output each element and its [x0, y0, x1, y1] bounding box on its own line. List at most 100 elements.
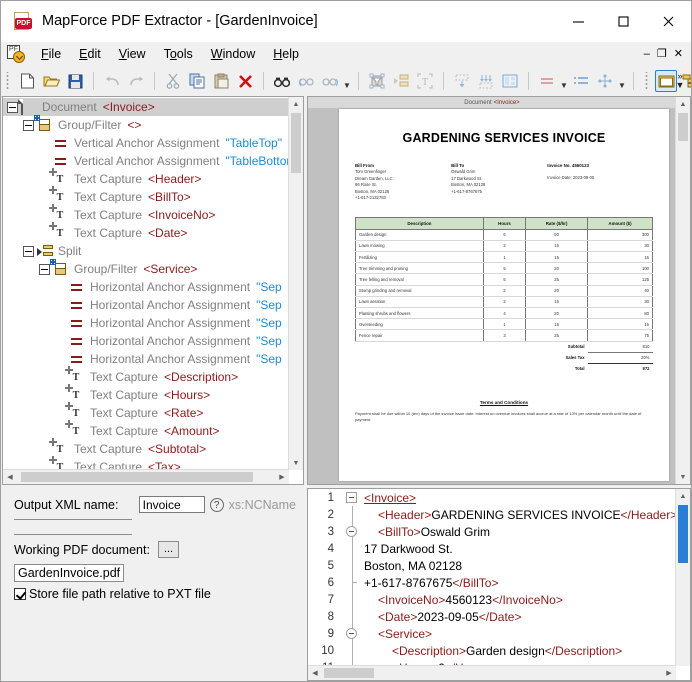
xml-line[interactable]: 6 +1-617-8767675</BillTo>: [308, 574, 676, 591]
merge-dropdown-caret-icon[interactable]: ▼: [617, 68, 627, 94]
tree-node[interactable]: T Text Capture <Description>: [3, 365, 289, 386]
tree-vertical-scrollbar[interactable]: ▲ ▼: [288, 97, 303, 470]
scroll-left-icon[interactable]: ◀: [3, 473, 17, 481]
scroll-up-icon[interactable]: ▲: [289, 97, 303, 111]
relative-path-checkbox[interactable]: [14, 588, 26, 600]
tree-node[interactable]: T Text Capture <BillTo>: [3, 185, 289, 206]
xml-code-area[interactable]: 1 <Invoice> 2 <Header>GARDENING SERVICES IN…: [308, 489, 676, 666]
horizontal-anchor-icon[interactable]: [475, 70, 497, 92]
invoice-page[interactable]: GARDENING SERVICES INVOICE Bill From Tom…: [339, 109, 669, 481]
undo-icon[interactable]: [101, 70, 123, 92]
menu-edit[interactable]: Edit: [70, 44, 110, 64]
toolbar-grip-2[interactable]: [644, 72, 651, 90]
tree-node[interactable]: T Text Capture <Hours>: [3, 383, 289, 404]
toolbar-grip[interactable]: [5, 72, 12, 90]
tree-node[interactable]: Horizontal Anchor Assignment "Sep: [3, 332, 289, 350]
paste-icon[interactable]: [210, 70, 232, 92]
anchor-assignment-icon[interactable]: [536, 70, 558, 92]
tree-node[interactable]: T Text Capture <Date>: [3, 221, 289, 242]
list-assignment-icon[interactable]: [570, 70, 592, 92]
scroll-down-icon[interactable]: ▼: [289, 456, 303, 470]
xml-line[interactable]: 2 <Header>GARDENING SERVICES INVOICE</Hea…: [308, 506, 676, 523]
menu-tools[interactable]: Tools: [155, 44, 202, 64]
text-capture-icon[interactable]: T: [414, 70, 436, 92]
xml-line[interactable]: 5 Boston, MA 02128: [308, 557, 676, 574]
find-icon[interactable]: [271, 70, 293, 92]
anchor-dropdown-caret-icon[interactable]: ▼: [559, 68, 569, 94]
preview-scroll-up-icon[interactable]: ▲: [676, 97, 690, 111]
tree-node[interactable]: Document <Invoice>: [3, 98, 289, 116]
mdi-close-icon[interactable]: ✕: [674, 48, 683, 60]
tree-node[interactable]: T Text Capture <Rate>: [3, 401, 289, 422]
xml-scroll-right-icon[interactable]: ▶: [662, 669, 676, 677]
split-icon[interactable]: [390, 70, 412, 92]
find-previous-icon[interactable]: [295, 70, 317, 92]
find-next-icon[interactable]: [319, 70, 341, 92]
tree-expander-icon[interactable]: [7, 101, 18, 113]
tree-node[interactable]: Group/Filter <Service>: [3, 258, 289, 278]
help-icon[interactable]: ?: [209, 497, 224, 512]
tree-node[interactable]: T Text Capture <Amount>: [3, 419, 289, 440]
output-xml-input[interactable]: [138, 496, 205, 513]
xml-line[interactable]: 3 <BillTo>Oswald Grim: [308, 523, 676, 540]
xml-fold-gutter[interactable]: [342, 591, 364, 608]
xml-fold-gutter[interactable]: [342, 540, 364, 557]
tree-node[interactable]: Split: [3, 242, 289, 260]
tree-expander-icon[interactable]: [39, 263, 50, 275]
xml-fold-gutter[interactable]: [342, 625, 364, 642]
xml-vertical-scrollbar[interactable]: ▲: [675, 489, 690, 666]
open-icon[interactable]: [40, 70, 62, 92]
xml-fold-gutter[interactable]: [342, 523, 364, 540]
tree-expander-icon[interactable]: [23, 245, 34, 257]
tree-node[interactable]: Horizontal Anchor Assignment "Sep: [3, 350, 289, 368]
minimize-icon[interactable]: [556, 1, 601, 41]
pdf-path-field[interactable]: GardenInvoice.pdf: [14, 564, 125, 582]
menu-help[interactable]: Help: [264, 44, 308, 64]
xml-vscroll-thumb[interactable]: [678, 505, 688, 563]
tree-node[interactable]: T Text Capture <Subtotal>: [3, 437, 289, 458]
redo-icon[interactable]: [125, 70, 147, 92]
maximize-icon[interactable]: [601, 1, 646, 41]
xml-fold-gutter[interactable]: [342, 489, 364, 506]
preview-scroll-down-icon[interactable]: ▼: [676, 470, 690, 484]
relative-path-row[interactable]: Store file path relative to PXT file: [14, 587, 296, 601]
xml-scroll-up-icon[interactable]: ▲: [676, 489, 690, 503]
xml-fold-gutter[interactable]: [342, 557, 364, 574]
xml-fold-gutter[interactable]: [342, 642, 364, 659]
scroll-right-icon[interactable]: ▶: [275, 473, 289, 481]
save-icon[interactable]: [64, 70, 86, 92]
xml-fold-gutter[interactable]: [342, 608, 364, 625]
menu-view[interactable]: View: [110, 44, 155, 64]
xml-fold-gutter[interactable]: [342, 574, 364, 591]
xml-line[interactable]: 10 <Description>Garden design</Descriptio…: [308, 642, 676, 659]
tree-node[interactable]: T Text Capture <InvoiceNo>: [3, 203, 289, 224]
find-dropdown-caret-icon[interactable]: ▼: [342, 68, 352, 94]
merge-icon[interactable]: [594, 70, 616, 92]
menu-file[interactable]: File: [32, 44, 70, 64]
tree-node[interactable]: T Text Capture <Header>: [3, 167, 289, 188]
xml-line[interactable]: 4 17 Darkwood St.: [308, 540, 676, 557]
tree-node[interactable]: Horizontal Anchor Assignment "Sep: [3, 278, 289, 296]
tree-expander-icon[interactable]: [23, 119, 34, 131]
preview-vertical-scrollbar[interactable]: ▲ ▼: [675, 97, 690, 484]
tree-node[interactable]: Horizontal Anchor Assignment "Sep: [3, 314, 289, 332]
tree-hscroll-thumb[interactable]: [21, 472, 253, 482]
structure-tree[interactable]: Document <Invoice> Group/Filter <> Vertical …: [3, 97, 289, 470]
tree-node[interactable]: Group/Filter <>: [3, 114, 289, 134]
copy-icon[interactable]: [186, 70, 208, 92]
xml-horizontal-scrollbar[interactable]: ◀ ▶: [308, 665, 676, 680]
new-icon[interactable]: [16, 70, 38, 92]
delete-icon[interactable]: [234, 70, 256, 92]
mdi-restore-icon[interactable]: ❐: [657, 48, 667, 60]
mdi-minimize-icon[interactable]: –: [644, 48, 650, 60]
preview-vscroll-thumb[interactable]: [678, 113, 688, 141]
tree-vscroll-thumb[interactable]: [291, 113, 301, 173]
preview-tab[interactable]: Document <Invoice>: [308, 97, 676, 108]
close-icon[interactable]: [646, 1, 691, 41]
group-filter-icon[interactable]: [366, 70, 388, 92]
tree-node[interactable]: Horizontal Anchor Assignment "Sep: [3, 296, 289, 314]
xml-line[interactable]: 9 <Service>: [308, 625, 676, 642]
tree-horizontal-scrollbar[interactable]: ◀ ▶: [3, 469, 289, 484]
xml-line[interactable]: 8 <Date>2023-09-05</Date>: [308, 608, 676, 625]
table-region-icon[interactable]: [499, 70, 521, 92]
